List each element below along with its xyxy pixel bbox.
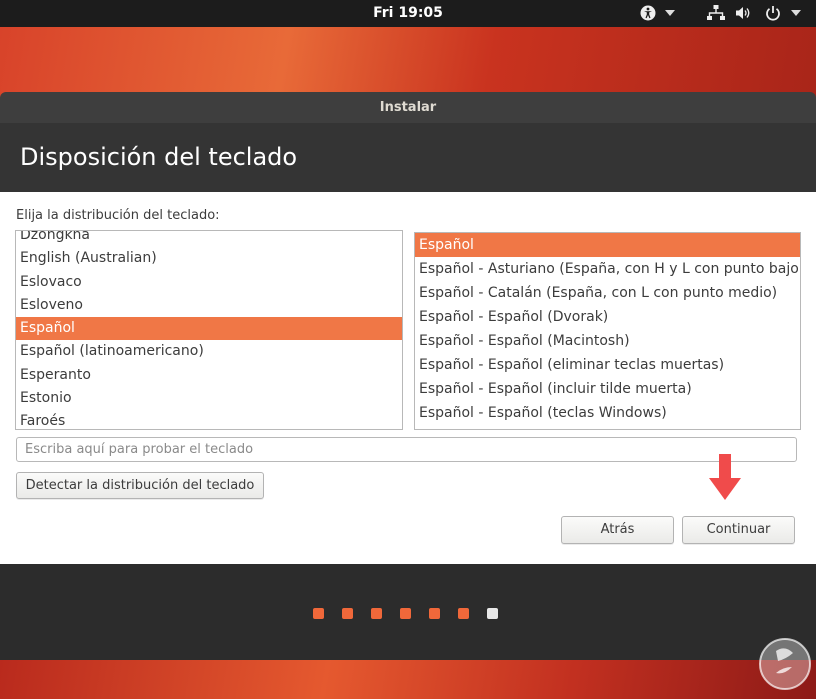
progress-dots — [313, 608, 516, 619]
chevron-down-icon[interactable] — [665, 4, 675, 22]
language-list-item[interactable]: Eslovaco — [16, 271, 402, 294]
progress-footer — [0, 564, 816, 660]
arrow-down-icon — [709, 454, 741, 500]
desktop-wallpaper-bottom — [0, 660, 816, 699]
language-list-item[interactable]: Esperanto — [16, 364, 402, 387]
accessibility-icon[interactable] — [640, 4, 656, 22]
variant-list-item[interactable]: Español - Español (teclas Windows) — [415, 401, 800, 425]
variant-list[interactable]: Español Español - Asturiano (España, con … — [414, 232, 801, 430]
variant-list-item[interactable]: Español - Asturiano (España, con H y L c… — [415, 257, 800, 281]
back-button[interactable]: Atrás — [561, 516, 674, 544]
detect-layout-button[interactable]: Detectar la distribución del teclado — [16, 472, 264, 499]
language-list-item[interactable]: Esloveno — [16, 294, 402, 317]
keyboard-test-input[interactable] — [17, 438, 796, 461]
progress-dot — [487, 608, 498, 619]
variant-list-item[interactable]: Español - Catalán (España, con L con pun… — [415, 281, 800, 305]
progress-dot — [313, 608, 324, 619]
main-content: Elija la distribución del teclado: Dzong… — [0, 192, 816, 564]
progress-dot — [458, 608, 469, 619]
desktop-wallpaper — [0, 27, 816, 97]
variant-list-item[interactable]: Español — [415, 233, 800, 257]
language-list-item[interactable]: Dzongkha — [16, 231, 402, 247]
language-list[interactable]: Dzongkha English (Australian) Eslovaco Eslo… — [15, 230, 403, 430]
window-title[interactable]: Instalar — [0, 92, 816, 123]
variant-list-item[interactable]: Español - Español (Dvorak) — [415, 305, 800, 329]
language-list-item[interactable]: Español — [16, 317, 402, 341]
installer-window: Instalar Disposición del teclado Elija l… — [0, 92, 816, 660]
variant-list-item[interactable]: Español - Español (incluir tilde muerta) — [415, 377, 800, 401]
page-header: Disposición del teclado — [0, 123, 816, 192]
variant-list-item[interactable]: Español - Español (eliminar teclas muert… — [415, 353, 800, 377]
progress-dot — [342, 608, 353, 619]
language-list-item[interactable]: English (Australian) — [16, 247, 402, 270]
language-list-item[interactable]: Faroés — [16, 410, 402, 429]
chevron-down-icon[interactable] — [791, 4, 801, 22]
variant-list-item[interactable]: Español - Español (Macintosh) — [415, 329, 800, 353]
network-icon[interactable] — [707, 4, 725, 22]
watermark-logo-icon — [759, 638, 811, 690]
language-list-item[interactable]: Estonio — [16, 387, 402, 410]
top-panel: Fri 19:05 — [0, 0, 816, 27]
progress-dot — [400, 608, 411, 619]
page-title: Disposición del teclado — [20, 143, 298, 171]
clock[interactable]: Fri 19:05 — [0, 5, 816, 21]
progress-dot — [429, 608, 440, 619]
power-icon[interactable] — [765, 4, 781, 22]
language-list-item[interactable]: Español (latinoamericano) — [16, 340, 402, 363]
keyboard-test-field[interactable] — [16, 437, 797, 462]
layout-label: Elija la distribución del teclado: — [16, 208, 220, 223]
continue-button[interactable]: Continuar — [682, 516, 795, 544]
progress-dot — [371, 608, 382, 619]
volume-icon[interactable] — [735, 4, 751, 22]
